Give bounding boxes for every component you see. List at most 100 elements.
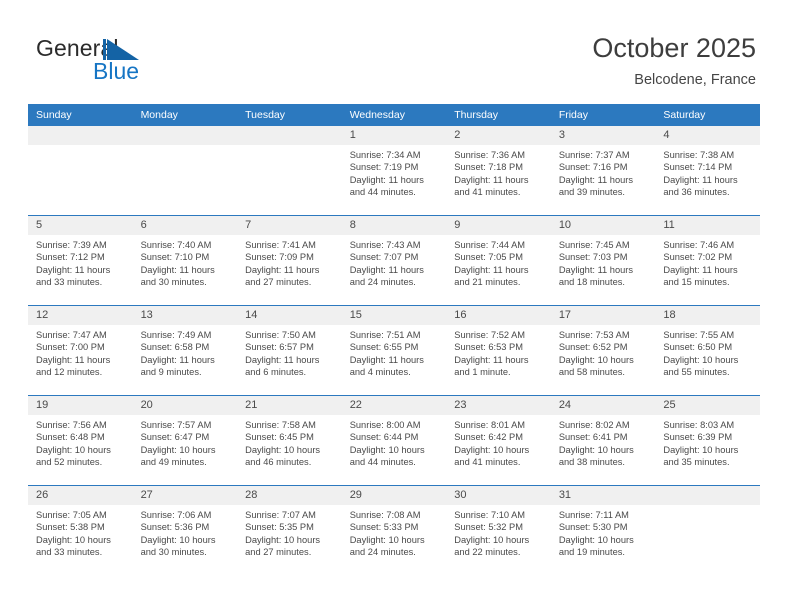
- daylight-duration-line1: Daylight: 11 hours: [558, 264, 634, 275]
- calendar-day-cell[interactable]: 18 Sunrise: 7:55 AM Sunset: 6:50 PM Dayligh…: [655, 305, 760, 396]
- calendar-day-cell[interactable]: 1 Sunrise: 7:34 AM Sunset: 7:19 PM Daylight…: [341, 126, 447, 216]
- calendar-day-cell[interactable]: 27 Sunrise: 7:06 AM Sunset: 5:36 PM Dayligh…: [132, 485, 238, 575]
- day-number: 23: [446, 396, 551, 415]
- day-number: 14: [237, 306, 342, 325]
- sunset-time: Sunset: 5:30 PM: [558, 522, 628, 533]
- sunrise-time: Sunrise: 7:37 AM: [558, 150, 630, 160]
- daylight-duration-line2: and 22 minutes.: [454, 547, 521, 558]
- calendar-day-cell[interactable]: 13 Sunrise: 7:49 AM Sunset: 6:58 PM Dayligh…: [132, 305, 238, 396]
- sunrise-time: Sunrise: 7:11 AM: [558, 510, 629, 520]
- calendar-day-cell[interactable]: 20 Sunrise: 7:57 AM Sunset: 6:47 PM Dayligh…: [132, 395, 238, 486]
- calendar-day-cell[interactable]: 28 Sunrise: 7:07 AM Sunset: 5:35 PM Dayligh…: [237, 485, 342, 575]
- calendar-day-cell[interactable]: 17 Sunrise: 7:53 AM Sunset: 6:52 PM Dayligh…: [550, 305, 656, 396]
- calendar-day-cell[interactable]: 25 Sunrise: 8:03 AM Sunset: 6:39 PM Dayligh…: [655, 395, 760, 486]
- day-sun-info: Sunrise: 7:34 AM Sunset: 7:19 PM Daylight:…: [342, 145, 447, 199]
- calendar-day-cell[interactable]: 2 Sunrise: 7:36 AM Sunset: 7:18 PM Daylight…: [446, 126, 551, 216]
- weekday-header-monday: Monday: [132, 104, 238, 126]
- daylight-duration-line1: Daylight: 11 hours: [140, 354, 215, 365]
- daylight-duration-line1: Daylight: 11 hours: [36, 264, 111, 275]
- daylight-duration-line2: and 24 minutes.: [349, 277, 416, 288]
- calendar-day-cell[interactable]: 26 Sunrise: 7:05 AM Sunset: 5:38 PM Dayligh…: [28, 485, 133, 575]
- day-number: 18: [655, 306, 760, 325]
- calendar-day-cell[interactable]: 7 Sunrise: 7:41 AM Sunset: 7:09 PM Daylight…: [237, 215, 342, 306]
- calendar-empty-cell: [132, 126, 238, 216]
- day-sun-info: Sunrise: 8:01 AM Sunset: 6:42 PM Daylight:…: [446, 415, 551, 469]
- sunrise-time: Sunrise: 7:53 AM: [558, 330, 630, 340]
- calendar-day-cell[interactable]: 14 Sunrise: 7:50 AM Sunset: 6:57 PM Dayligh…: [237, 305, 342, 396]
- day-cell-content: 9 Sunrise: 7:44 AM Sunset: 7:05 PM Daylight…: [446, 216, 551, 304]
- daylight-duration-line1: Daylight: 11 hours: [140, 264, 215, 275]
- day-number: 22: [341, 396, 447, 415]
- day-cell-content: 25 Sunrise: 8:03 AM Sunset: 6:39 PM Dayligh…: [655, 396, 760, 484]
- day-sun-info: Sunrise: 7:40 AM Sunset: 7:10 PM Daylight:…: [133, 235, 238, 289]
- day-cell-content: 23 Sunrise: 8:01 AM Sunset: 6:42 PM Dayligh…: [446, 396, 551, 484]
- calendar-day-cell[interactable]: 15 Sunrise: 7:51 AM Sunset: 6:55 PM Dayligh…: [341, 305, 447, 396]
- daylight-duration-line2: and 36 minutes.: [663, 187, 730, 198]
- sunrise-time: Sunrise: 7:36 AM: [454, 150, 526, 160]
- daylight-duration-line1: Daylight: 10 hours: [558, 354, 634, 365]
- daylight-duration-line2: and 19 minutes.: [558, 547, 625, 558]
- calendar-day-cell[interactable]: 10 Sunrise: 7:45 AM Sunset: 7:03 PM Dayligh…: [550, 215, 656, 306]
- calendar-day-cell[interactable]: 6 Sunrise: 7:40 AM Sunset: 7:10 PM Daylight…: [132, 215, 238, 306]
- sunset-time: Sunset: 6:55 PM: [349, 342, 419, 353]
- calendar-body: 1 Sunrise: 7:34 AM Sunset: 7:19 PM Daylight…: [28, 126, 760, 575]
- day-cell-content: 20 Sunrise: 7:57 AM Sunset: 6:47 PM Dayligh…: [132, 396, 238, 484]
- day-sun-info: Sunrise: 8:02 AM Sunset: 6:41 PM Daylight:…: [551, 415, 656, 469]
- day-sun-info: Sunrise: 7:55 AM Sunset: 6:50 PM Daylight:…: [655, 325, 760, 379]
- calendar-page: General Blue October 2025 Belcodene, Fra…: [0, 0, 792, 612]
- calendar-day-cell[interactable]: 30 Sunrise: 7:10 AM Sunset: 5:32 PM Dayligh…: [446, 485, 551, 575]
- daylight-duration-line1: Daylight: 11 hours: [349, 354, 424, 365]
- day-cell-content: 6 Sunrise: 7:40 AM Sunset: 7:10 PM Daylight…: [132, 216, 238, 304]
- day-sun-info: Sunrise: 7:05 AM Sunset: 5:38 PM Daylight:…: [28, 505, 133, 559]
- day-cell-content: [132, 126, 238, 214]
- daylight-duration-line2: and 30 minutes.: [140, 277, 207, 288]
- calendar-day-cell[interactable]: 31 Sunrise: 7:11 AM Sunset: 5:30 PM Dayligh…: [550, 485, 656, 575]
- calendar-day-cell[interactable]: 4 Sunrise: 7:38 AM Sunset: 7:14 PM Daylight…: [655, 126, 760, 216]
- sunset-time: Sunset: 6:41 PM: [558, 432, 628, 443]
- day-sun-info: Sunrise: 7:44 AM Sunset: 7:05 PM Daylight:…: [446, 235, 551, 289]
- calendar-day-cell[interactable]: 9 Sunrise: 7:44 AM Sunset: 7:05 PM Daylight…: [446, 215, 551, 306]
- calendar-day-cell[interactable]: 19 Sunrise: 7:56 AM Sunset: 6:48 PM Dayligh…: [28, 395, 133, 486]
- sunset-time: Sunset: 7:14 PM: [663, 162, 733, 173]
- calendar-day-cell[interactable]: 5 Sunrise: 7:39 AM Sunset: 7:12 PM Daylight…: [28, 215, 133, 306]
- daylight-duration-line2: and 33 minutes.: [36, 547, 103, 558]
- sunset-time: Sunset: 7:19 PM: [349, 162, 419, 173]
- daylight-duration-line2: and 30 minutes.: [140, 547, 207, 558]
- day-number: 5: [28, 216, 133, 235]
- calendar-day-cell[interactable]: 11 Sunrise: 7:46 AM Sunset: 7:02 PM Dayligh…: [655, 215, 760, 306]
- daylight-duration-line1: Daylight: 11 hours: [454, 264, 529, 275]
- day-cell-content: 29 Sunrise: 7:08 AM Sunset: 5:33 PM Dayligh…: [341, 486, 447, 574]
- day-cell-content: 24 Sunrise: 8:02 AM Sunset: 6:41 PM Dayligh…: [550, 396, 656, 484]
- general-blue-logo[interactable]: General Blue: [36, 36, 236, 88]
- day-number: 4: [655, 126, 760, 145]
- sunset-time: Sunset: 5:36 PM: [140, 522, 210, 533]
- calendar-day-cell[interactable]: 16 Sunrise: 7:52 AM Sunset: 6:53 PM Dayligh…: [446, 305, 551, 396]
- calendar-day-cell[interactable]: 3 Sunrise: 7:37 AM Sunset: 7:16 PM Daylight…: [550, 126, 656, 216]
- day-cell-content: 11 Sunrise: 7:46 AM Sunset: 7:02 PM Dayligh…: [655, 216, 760, 304]
- day-number: [132, 126, 238, 145]
- day-number: 28: [237, 486, 342, 505]
- sunrise-time: Sunrise: 7:46 AM: [663, 240, 735, 250]
- calendar-empty-cell: [655, 485, 760, 575]
- daylight-duration-line1: Daylight: 11 hours: [349, 264, 424, 275]
- calendar-day-cell[interactable]: 23 Sunrise: 8:01 AM Sunset: 6:42 PM Dayligh…: [446, 395, 551, 486]
- day-cell-content: 22 Sunrise: 8:00 AM Sunset: 6:44 PM Dayligh…: [341, 396, 447, 484]
- daylight-duration-line2: and 41 minutes.: [454, 187, 521, 198]
- day-sun-info: Sunrise: 7:08 AM Sunset: 5:33 PM Daylight:…: [342, 505, 447, 559]
- daylight-duration-line1: Daylight: 11 hours: [663, 174, 738, 185]
- calendar-day-cell[interactable]: 12 Sunrise: 7:47 AM Sunset: 7:00 PM Dayligh…: [28, 305, 133, 396]
- calendar-day-cell[interactable]: 22 Sunrise: 8:00 AM Sunset: 6:44 PM Dayligh…: [341, 395, 447, 486]
- sunrise-time: Sunrise: 7:08 AM: [349, 510, 421, 520]
- calendar-day-cell[interactable]: 8 Sunrise: 7:43 AM Sunset: 7:07 PM Daylight…: [341, 215, 447, 306]
- day-number: 8: [341, 216, 447, 235]
- day-number: [655, 486, 760, 505]
- calendar-empty-cell: [237, 126, 342, 216]
- daylight-duration-line2: and 44 minutes.: [349, 457, 416, 468]
- calendar-day-cell[interactable]: 24 Sunrise: 8:02 AM Sunset: 6:41 PM Dayligh…: [550, 395, 656, 486]
- sunset-time: Sunset: 5:33 PM: [349, 522, 419, 533]
- calendar-day-cell[interactable]: 21 Sunrise: 7:58 AM Sunset: 6:45 PM Dayligh…: [237, 395, 342, 486]
- logo-bar-accent: [103, 39, 106, 60]
- sunset-time: Sunset: 7:07 PM: [349, 252, 419, 263]
- sunrise-time: Sunrise: 7:40 AM: [140, 240, 212, 250]
- calendar-day-cell[interactable]: 29 Sunrise: 7:08 AM Sunset: 5:33 PM Dayligh…: [341, 485, 447, 575]
